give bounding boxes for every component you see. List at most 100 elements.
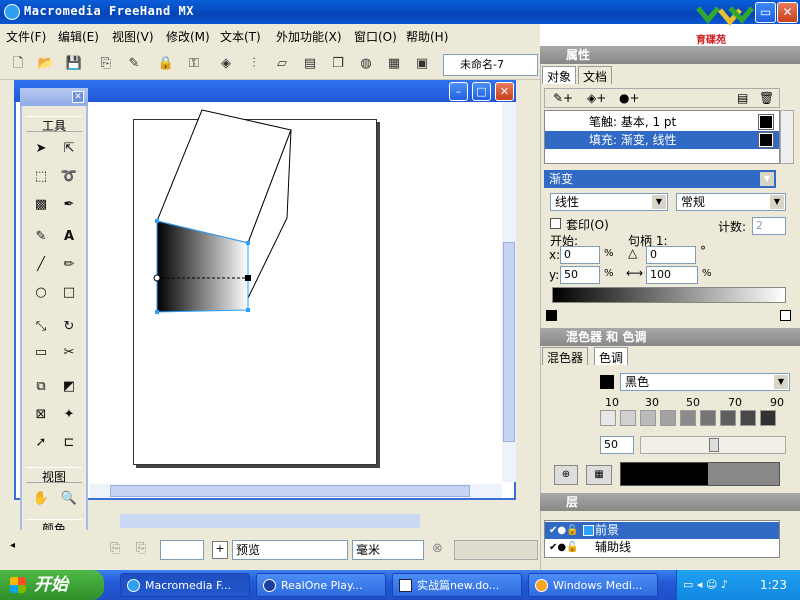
tint-slider-thumb[interactable] (709, 438, 719, 452)
connector-tool-icon[interactable]: ⊏ (58, 432, 80, 454)
tint-swatch[interactable] (740, 410, 756, 426)
tint-slider[interactable] (640, 436, 786, 454)
group-icon[interactable]: ◈ (216, 54, 236, 74)
zoom-tool-icon[interactable]: 🔍 (58, 488, 80, 510)
delete-icon[interactable]: 🗑 (759, 91, 774, 105)
text-tool-icon[interactable]: A (58, 226, 80, 248)
gradient-ramp[interactable] (552, 287, 786, 303)
knife-tool-icon[interactable]: ✂ (58, 342, 80, 364)
menu-modify[interactable]: 修改(M) (166, 28, 210, 45)
doc-close-button[interactable]: ✕ (495, 82, 514, 101)
tab-object[interactable]: 对象 (542, 66, 577, 84)
tint-swatch[interactable] (760, 410, 776, 426)
tint-swatch[interactable] (680, 410, 696, 426)
next-page-icon[interactable]: ⎘ (136, 541, 146, 556)
tab-document[interactable]: 文档 (578, 66, 613, 84)
tray-icons[interactable]: ▭ ◂ ☺ ♪ (683, 578, 728, 591)
new-file-icon[interactable]: 🗋 (8, 54, 28, 74)
transform-icon[interactable]: ▱ (272, 54, 292, 74)
angle-field[interactable]: 0 (646, 246, 696, 264)
library-icon[interactable]: ▤ (300, 54, 320, 74)
count-field[interactable]: 2 (752, 217, 786, 235)
scale-tool-icon[interactable]: ⤡ (30, 316, 52, 338)
duplicate-icon[interactable]: ▤ (737, 91, 748, 105)
cancel-render-icon[interactable]: ⊗ (432, 541, 443, 556)
lasso-tool-icon[interactable]: ➰ (58, 166, 80, 188)
unlock-icon[interactable]: ⚿ (184, 54, 204, 74)
eyedropper-tool-icon[interactable]: ✒ (58, 194, 80, 216)
subselect-tool-icon[interactable]: ⇱ (58, 138, 80, 160)
vertical-scrollbar[interactable] (502, 102, 516, 482)
add-effect-icon[interactable]: ●+ (619, 91, 640, 105)
secondary-scrollbar[interactable] (120, 514, 420, 528)
layers-icon[interactable]: ❐ (328, 54, 348, 74)
width-field[interactable]: 100 (646, 266, 698, 284)
add-page-icon[interactable]: + (212, 541, 228, 559)
ellipse-tool-icon[interactable]: ○ (30, 282, 52, 304)
overprint-checkbox[interactable] (550, 218, 561, 229)
chart-tool-icon[interactable]: ✦ (58, 404, 80, 426)
fill-type-select[interactable]: 渐变 ▼ (544, 170, 776, 188)
link-tool-icon[interactable]: ➚ (30, 432, 52, 454)
pencil-tool-icon[interactable]: ✏ (58, 254, 80, 276)
open-folder-icon[interactable]: 📂 (36, 54, 56, 74)
start-button[interactable]: 开始 (0, 570, 104, 600)
visible-check-icon[interactable]: ✔●🔓 (549, 539, 579, 556)
task-media-player[interactable]: Windows Medi... (528, 573, 658, 597)
add-fill-icon[interactable]: ◈+ (587, 91, 606, 105)
mixer-header[interactable]: 混色器 和 色调 (540, 328, 800, 346)
restore-button[interactable]: ▭ (755, 2, 776, 23)
grid-icon[interactable]: ▦ (384, 54, 404, 74)
tab-mixer[interactable]: 混色器 (542, 347, 589, 365)
window-icon[interactable]: ▣ (412, 54, 432, 74)
fill-row[interactable]: 填充: 渐变, 线性 (545, 131, 779, 149)
tint-preview-bar[interactable] (620, 462, 780, 486)
x-field[interactable]: 0 (560, 246, 600, 264)
rotate-tool-icon[interactable]: ↻ (58, 316, 80, 338)
menu-help[interactable]: 帮助(H) (406, 28, 448, 45)
task-realone[interactable]: RealOne Play... (256, 573, 386, 597)
tint-swatch[interactable] (660, 410, 676, 426)
layer-row-guides[interactable]: ✔●🔓 辅助线 (545, 539, 779, 556)
export-icon[interactable]: ✎ (124, 54, 144, 74)
tab-tints[interactable]: 色调 (594, 347, 629, 365)
gradient-mode-select[interactable]: 常规 ▼ (676, 193, 786, 211)
menu-view[interactable]: 视图(V) (112, 28, 154, 45)
tint-swatch[interactable] (620, 410, 636, 426)
menu-xtras[interactable]: 外加功能(X) (276, 28, 342, 45)
horizontal-scrollbar[interactable] (90, 484, 502, 498)
properties-list-scrollbar[interactable] (780, 110, 794, 164)
layer-row-foreground[interactable]: ✔●🔓 前景 (545, 522, 779, 539)
units-select[interactable]: 毫米 (352, 540, 424, 560)
doc-minimize-button[interactable]: – (449, 82, 468, 101)
document-select[interactable]: 未命名-7 (443, 54, 538, 76)
fisheye-tool-icon[interactable]: ◩ (58, 376, 80, 398)
view-mode-select[interactable]: 预览 (232, 540, 348, 560)
tools-panel-header[interactable]: ✕ (20, 88, 88, 106)
pointer-tool-icon[interactable]: ➤ (30, 138, 52, 160)
y-field[interactable]: 50 (560, 266, 600, 284)
trace-tool-icon[interactable]: ▩ (30, 194, 52, 216)
page-tool-icon[interactable]: ⬚ (30, 166, 52, 188)
menu-file[interactable]: 文件(F) (6, 28, 46, 45)
save-icon[interactable]: 💾 (64, 54, 84, 74)
doc-maximize-button[interactable]: □ (472, 82, 491, 101)
add-to-swatches-icon[interactable]: ⊕ (554, 465, 578, 485)
task-word-doc[interactable]: 实战篇new.do... (392, 573, 522, 597)
tools-close-icon[interactable]: ✕ (72, 91, 84, 103)
visible-check-icon[interactable]: ✔●🔓 (549, 522, 579, 539)
swatches-icon[interactable]: ◍ (356, 54, 376, 74)
graphic-hose-icon[interactable]: ⊠ (30, 404, 52, 426)
artwork[interactable] (133, 100, 313, 340)
import-icon[interactable]: ⎘ (96, 54, 116, 74)
status-arrow-icon[interactable]: ◂ (10, 540, 20, 560)
menu-text[interactable]: 文本(T) (220, 28, 261, 45)
layer-color-swatch[interactable] (583, 525, 594, 536)
line-tool-icon[interactable]: ╱ (30, 254, 52, 276)
close-button[interactable]: ✕ (777, 2, 798, 23)
tint-swatch[interactable] (700, 410, 716, 426)
gradient-type-select[interactable]: 线性 ▼ (550, 193, 668, 211)
menu-window[interactable]: 窗口(O) (354, 28, 397, 45)
rectangle-tool-icon[interactable]: □ (58, 282, 80, 304)
stroke-swatch[interactable] (758, 114, 774, 130)
